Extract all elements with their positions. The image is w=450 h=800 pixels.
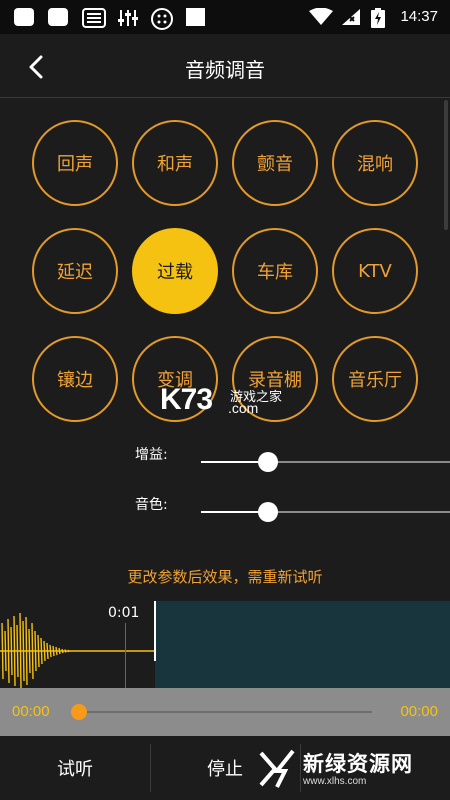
dots-icon — [151, 8, 173, 30]
app-header: 音频调音 — [0, 34, 450, 98]
total-time: 00:00 — [400, 703, 438, 720]
wifi-icon — [309, 7, 333, 26]
equalizer-icon — [118, 8, 138, 26]
gain-label: 增益: — [135, 447, 168, 463]
page-title: 音频调音 — [185, 58, 265, 82]
progress-track[interactable] — [78, 711, 372, 713]
site-logo-url: www.xlhs.com — [303, 776, 367, 787]
preview-button[interactable]: 试听 — [0, 736, 150, 800]
effect-overdrive-button[interactable]: 过载 — [132, 228, 218, 314]
time-tick — [125, 623, 126, 688]
notification-icon — [48, 8, 68, 26]
effect-flanger-button[interactable]: 镶边 — [32, 336, 118, 422]
current-time: 00:00 — [12, 703, 50, 720]
waveform-area[interactable]: 0:01 — [0, 601, 450, 689]
effect-ktv-button[interactable]: KTV — [332, 228, 418, 314]
scroll-indicator[interactable] — [444, 100, 448, 230]
notification-icon — [14, 8, 34, 26]
gain-slider-thumb[interactable] — [258, 452, 279, 472]
effect-echo-button[interactable]: 回声 — [32, 120, 118, 206]
clock: 14:37 — [400, 8, 438, 25]
notification-icon — [186, 8, 205, 26]
battery-icon — [371, 8, 385, 28]
status-bar: 14:37 — [0, 0, 450, 34]
effect-delay-button[interactable]: 延迟 — [32, 228, 118, 314]
site-logo-icon — [259, 749, 295, 788]
player-bar: 00:00 00:00 — [0, 688, 450, 736]
tone-slider-thumb[interactable] — [258, 502, 279, 522]
notice-text: 更改参数后效果，需重新试听 — [127, 568, 323, 586]
playhead-cursor[interactable] — [154, 601, 156, 661]
time-mark: 0:01 — [108, 605, 140, 621]
effects-grid: 回声 和声 颤音 混响 延迟 过载 车库 KTV 镶边 变调 录音棚 音乐厅 — [0, 98, 450, 428]
effect-concert-hall-button[interactable]: 音乐厅 — [332, 336, 418, 422]
effect-chorus-button[interactable]: 和声 — [132, 120, 218, 206]
signal-icon — [341, 8, 361, 26]
effect-garage-button[interactable]: 车库 — [232, 228, 318, 314]
tone-label: 音色: — [135, 497, 168, 513]
progress-thumb[interactable] — [71, 704, 87, 720]
keyboard-icon — [82, 8, 106, 28]
site-logo-name: 新绿资源网 — [303, 752, 413, 776]
effect-reverb-button[interactable]: 混响 — [332, 120, 418, 206]
watermark-logo: K73 游戏之家 .com — [160, 383, 283, 416]
effect-tremolo-button[interactable]: 颤音 — [232, 120, 318, 206]
